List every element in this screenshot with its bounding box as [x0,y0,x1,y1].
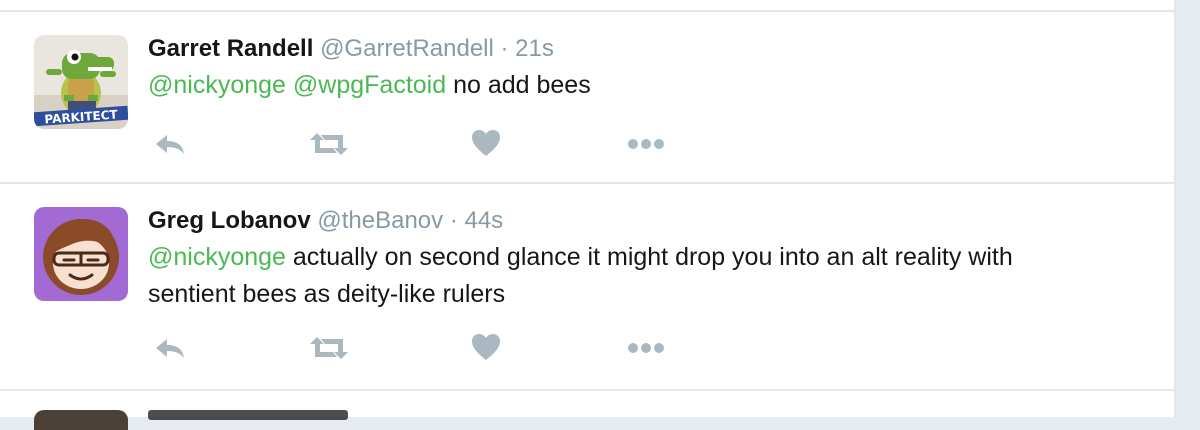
retweet-button[interactable] [309,128,349,160]
retweet-button[interactable] [309,332,349,364]
mention-link[interactable]: @nickyonge [148,243,286,271]
author-fullname[interactable]: Greg Lobanov [148,207,311,234]
reply-icon [156,135,184,154]
reply-button[interactable] [150,332,190,364]
more-button[interactable] [626,128,666,160]
retweet-icon [310,133,348,155]
meta-separator: · [449,207,458,234]
tweet-header [148,410,348,420]
mention-link[interactable]: @wpgFactoid [293,71,446,99]
tweet-timestamp[interactable]: 44s [464,207,503,234]
like-icon [472,334,500,360]
tweet-divider [0,389,1176,391]
reply-button[interactable] [150,128,190,160]
like-button[interactable] [466,331,506,363]
author-username[interactable]: @GarretRandell [320,35,494,62]
tweet-text-line: sentient bees as deity-like rulers [148,280,506,308]
author-fullname[interactable]: Garret Randell [148,35,313,62]
more-icon [628,343,664,353]
more-icon [628,139,664,149]
avatar[interactable] [34,410,128,430]
avatar[interactable] [34,207,128,301]
avatar[interactable]: PARKITECT [34,35,128,129]
more-button[interactable] [626,332,666,364]
tweet-item[interactable]: PARKITECT Garret Randell @GarretRandell … [0,12,1174,182]
cartoon-face-avatar-icon [34,207,128,301]
like-button[interactable] [466,127,506,159]
reply-icon [156,339,184,358]
crocodile-mascot-avatar-icon: PARKITECT [34,35,128,129]
tweet-timestamp[interactable]: 21s [515,35,554,62]
tweet-item[interactable]: Greg Lobanov @theBanov · 44s @nickyonge … [0,184,1174,389]
tweet-header: Garret Randell @GarretRandell · 21s [148,35,554,63]
tweet-text: @nickyonge @wpgFactoid no add bees [148,67,1148,104]
tweet-header: Greg Lobanov @theBanov · 44s [148,207,503,235]
timeline: PARKITECT Garret Randell @GarretRandell … [0,0,1176,430]
author-username[interactable]: @theBanov [317,207,443,234]
mention-link[interactable]: @nickyonge [148,71,286,99]
retweet-icon [310,337,348,359]
tweet-body-text: no add bees [453,71,591,99]
tweet-text: @nickyonge actually on second glance it … [148,239,1148,313]
tweet-body-text: actually on second glance it might drop … [292,243,1013,271]
tweet-text-line: @nickyonge actually on second glance it … [148,239,1148,276]
like-icon [472,130,500,156]
meta-separator: · [500,35,509,62]
